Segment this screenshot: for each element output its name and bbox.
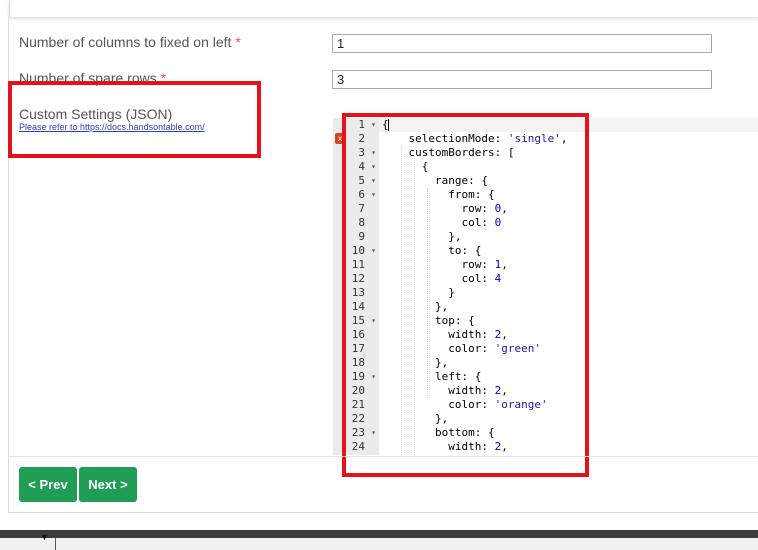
prev-button[interactable]: < Prev (19, 467, 77, 502)
taskbar-divider (55, 538, 56, 550)
fixed-columns-label: Number of columns to fixed on left * (19, 34, 241, 50)
top-panel (9, 0, 758, 17)
footer-separator (9, 456, 758, 457)
next-button[interactable]: Next > (79, 467, 137, 502)
spare-rows-input[interactable] (332, 70, 712, 89)
fixed-columns-input[interactable] (332, 34, 712, 53)
required-marker: * (235, 34, 241, 50)
fixed-columns-label-text: Number of columns to fixed on left (19, 34, 232, 50)
panel-bottom-border (8, 512, 758, 513)
highlight-box-editor (342, 113, 589, 477)
taskbar-top-strip (0, 530, 758, 538)
highlight-box-settings-label (8, 81, 261, 158)
chevron-down-icon[interactable]: ▼ (40, 532, 49, 542)
